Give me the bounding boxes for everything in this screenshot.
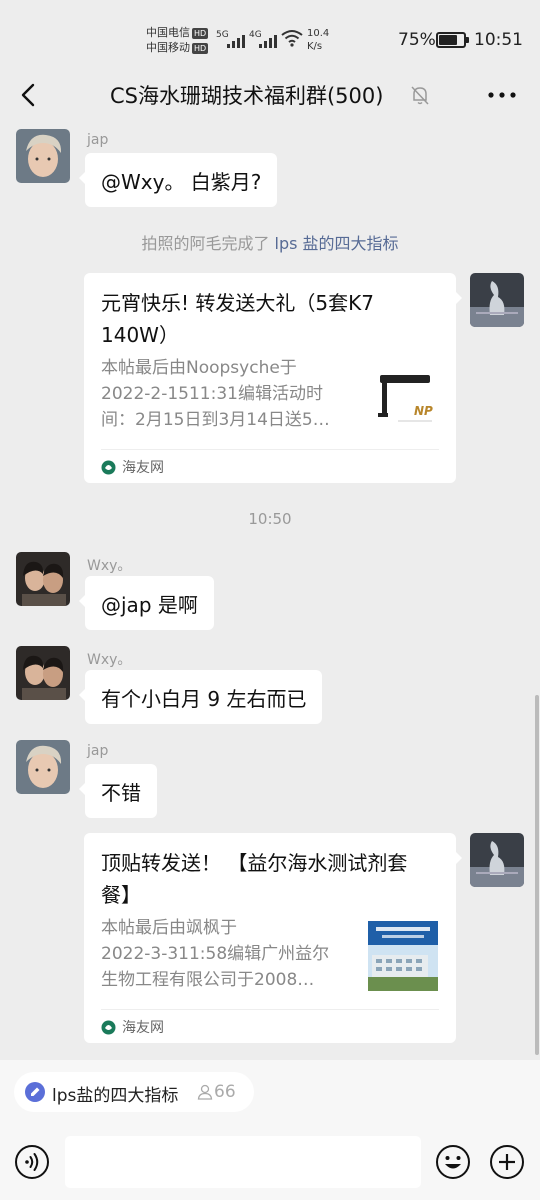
message-text: @jap 是啊 bbox=[101, 592, 198, 617]
message-text: 不错 bbox=[101, 780, 141, 805]
avatar-jap[interactable] bbox=[16, 740, 70, 794]
message-bubble[interactable]: @Wxy。 白紫月? bbox=[78, 153, 278, 207]
card-desc-line: 本帖最后由Noopsyche于 bbox=[101, 358, 297, 378]
link-card[interactable]: 顶贴转发送！ 【益尔海水测试剂套餐】 本帖最后由飒枫于 2022-3-311:5… bbox=[84, 833, 462, 1043]
system-message-link[interactable]: lps 盐的四大指标 bbox=[275, 234, 399, 253]
message-bubble[interactable]: 不错 bbox=[79, 764, 157, 818]
avatar-jap[interactable] bbox=[16, 129, 70, 183]
link-card[interactable]: 元宵快乐! 转发送大礼（5套K7 140W） 本帖最后由Noopsyche于 2… bbox=[84, 273, 462, 483]
card-title: 元宵快乐! 转发送大礼（5套K7 140W） bbox=[101, 291, 374, 347]
signal-bars-2-icon bbox=[259, 32, 277, 48]
network-speed: 10.4 K/s bbox=[307, 27, 329, 53]
signal-bars-1-icon bbox=[227, 32, 245, 48]
card-thumbnail: NP bbox=[368, 365, 438, 435]
avatar-wxy[interactable] bbox=[16, 646, 70, 700]
system-message-text: 拍照的阿毛完成了 bbox=[141, 234, 275, 253]
card-desc-line: 间：2月15日到3月14日送5… bbox=[101, 410, 330, 430]
avatar-self[interactable] bbox=[470, 833, 524, 887]
chat-header: CS海水珊瑚技术福利群(500) bbox=[0, 68, 540, 122]
card-desc-line: 本帖最后由飒枫于 bbox=[101, 918, 237, 938]
emoji-icon[interactable] bbox=[435, 1144, 471, 1180]
system-message: 拍照的阿毛完成了 lps 盐的四大指标 bbox=[0, 230, 540, 254]
card-source: 海友网 bbox=[101, 1017, 164, 1037]
card-desc-line: 2022-2-1511:31编辑活动时 bbox=[101, 384, 323, 404]
card-desc-line: 生物工程有限公司于2008… bbox=[101, 970, 315, 990]
battery-icon bbox=[436, 32, 469, 48]
battery-fill bbox=[439, 35, 457, 45]
battery-percent: 75% bbox=[398, 30, 436, 50]
card-source: 海友网 bbox=[101, 457, 164, 477]
message-bubble[interactable]: @jap 是啊 bbox=[79, 576, 214, 630]
scrollbar[interactable] bbox=[535, 695, 539, 1055]
sender-name: Wxy。 bbox=[87, 558, 132, 574]
chat-title: CS海水珊瑚技术福利群(500) bbox=[110, 84, 384, 108]
carrier-2: 中国移动 bbox=[146, 41, 190, 54]
thumb-brand: NP bbox=[414, 404, 433, 418]
card-divider bbox=[101, 449, 439, 450]
sender-name: jap bbox=[87, 132, 109, 148]
quote-chip[interactable]: lps盐的四大指标 66 bbox=[14, 1072, 254, 1112]
wifi-icon bbox=[281, 30, 303, 47]
sender-name: jap bbox=[87, 743, 109, 759]
more-dots-icon[interactable] bbox=[486, 83, 518, 107]
card-desc-line: 2022-3-311:58编辑广州益尔 bbox=[101, 944, 330, 964]
input-area: lps盐的四大指标 66 bbox=[0, 1060, 540, 1200]
carrier-info: 中国电信 HD 中国移动 HD bbox=[146, 25, 209, 55]
card-description: 本帖最后由Noopsyche于 2022-2-1511:31编辑活动时 间：2月… bbox=[101, 355, 361, 433]
hd-badge-2: HD bbox=[192, 43, 209, 54]
carrier-1: 中国电信 bbox=[146, 26, 190, 39]
message-bubble[interactable]: 有个小白月 9 左右而已 bbox=[78, 670, 323, 724]
pen-badge-icon bbox=[25, 1082, 45, 1102]
hd-badge-1: HD bbox=[192, 28, 209, 39]
message-text: @Wxy。 白紫月? bbox=[101, 169, 262, 194]
chat-message-list[interactable]: jap @Wxy。 白紫月? 拍照的阿毛完成了 lps 盐的四大指标 元宵快乐!… bbox=[0, 122, 540, 1060]
card-thumbnail bbox=[368, 921, 438, 991]
message-input[interactable] bbox=[65, 1136, 421, 1188]
back-arrow-icon[interactable] bbox=[14, 80, 44, 110]
speed-value: 10.4 bbox=[307, 28, 330, 39]
website-logo-icon bbox=[101, 1020, 116, 1034]
card-title: 顶贴转发送！ 【益尔海水测试剂套餐】 bbox=[101, 851, 408, 907]
avatar-wxy[interactable] bbox=[16, 552, 70, 606]
status-time: 10:51 bbox=[474, 30, 523, 50]
sender-name: Wxy。 bbox=[87, 652, 132, 668]
voice-icon[interactable] bbox=[14, 1144, 50, 1180]
website-logo-icon bbox=[101, 460, 116, 474]
plus-icon[interactable] bbox=[489, 1144, 525, 1180]
card-source-name: 海友网 bbox=[122, 460, 164, 476]
timestamp: 10:50 bbox=[248, 510, 292, 528]
card-divider bbox=[101, 1009, 439, 1010]
quote-chip-count: 66 bbox=[214, 1082, 236, 1102]
quote-chip-label: lps盐的四大指标 bbox=[52, 1086, 179, 1106]
card-source-name: 海友网 bbox=[122, 1020, 164, 1036]
card-description: 本帖最后由飒枫于 2022-3-311:58编辑广州益尔 生物工程有限公司于20… bbox=[101, 915, 361, 993]
message-text: 有个小白月 9 左右而已 bbox=[101, 686, 307, 711]
people-icon bbox=[197, 1084, 213, 1100]
speed-unit: K/s bbox=[307, 41, 323, 52]
avatar-self[interactable] bbox=[470, 273, 524, 327]
mute-bell-icon bbox=[411, 86, 429, 105]
